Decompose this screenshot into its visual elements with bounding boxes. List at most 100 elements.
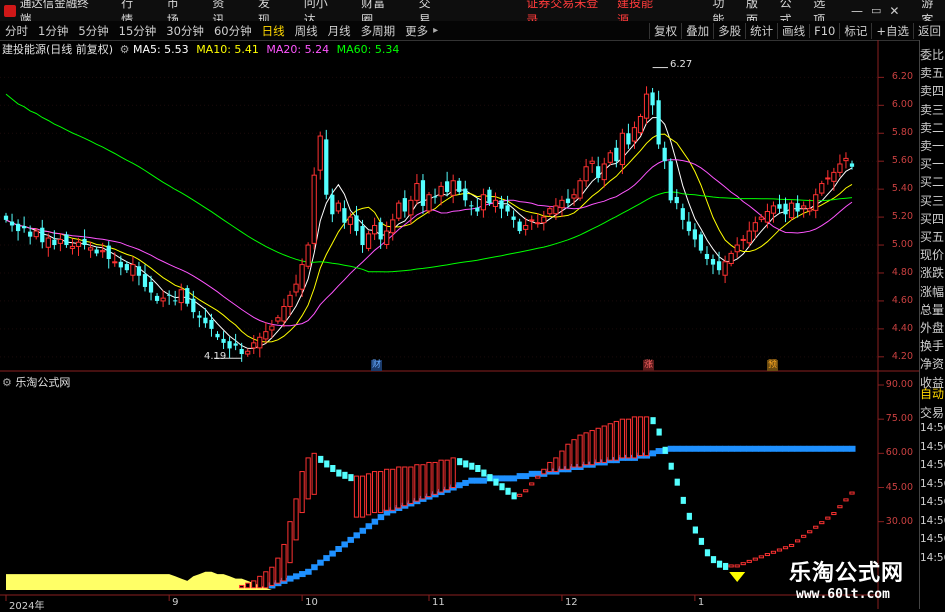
oscillator-rise	[764, 553, 771, 557]
buy-signal-triangle	[729, 572, 746, 582]
candle-body-down	[22, 226, 27, 229]
signal-block	[673, 445, 681, 452]
signal-block	[498, 475, 506, 482]
oscillator-rise	[752, 557, 758, 561]
candle-body-up	[293, 283, 299, 293]
candle-body-up	[764, 211, 771, 223]
sidebar-time-item[interactable]: 14:56	[920, 552, 945, 564]
sidebar-item[interactable]: 买一	[920, 155, 945, 172]
sidebar-time-item[interactable]: 14:56	[920, 478, 945, 490]
oscillator-fall	[722, 562, 729, 570]
sidebar-time-item[interactable]: 自动	[920, 385, 945, 402]
sidebar-item[interactable]: 换手	[920, 337, 945, 354]
oscillator-rise	[365, 473, 372, 516]
indicator-tick-label: 60.00	[885, 447, 913, 459]
oscillator-rise	[801, 534, 807, 538]
candle-body-up	[589, 160, 595, 164]
signal-block	[746, 445, 753, 452]
sidebar-item[interactable]: 净资	[920, 355, 945, 372]
price-chart-svg[interactable]	[0, 0, 945, 609]
high-price-label: 6.27	[670, 59, 693, 70]
signal-block	[788, 445, 796, 452]
signal-block	[353, 532, 361, 539]
sidebar-time-item[interactable]: 14:56	[920, 515, 945, 527]
oscillator-rise	[607, 423, 613, 461]
sidebar-item[interactable]: 总量	[920, 301, 945, 318]
candle-body-up	[788, 202, 795, 219]
candle-body-up	[547, 208, 553, 215]
oscillator-rise	[553, 457, 559, 473]
candle-body-up	[257, 336, 263, 349]
sidebar-time-item[interactable]: 14:56	[920, 459, 945, 471]
oscillator-rise	[251, 580, 257, 589]
signal-block	[842, 445, 850, 452]
sidebar-item[interactable]: 涨幅	[920, 283, 945, 300]
candle-body-up	[414, 183, 420, 201]
sidebar-item[interactable]: 买五	[920, 228, 945, 245]
signal-block	[371, 518, 379, 525]
sidebar-item[interactable]: 卖四	[920, 82, 945, 99]
signal-block	[522, 473, 530, 480]
sidebar-item[interactable]: 卖二	[920, 119, 945, 136]
candle-body-down	[668, 161, 673, 201]
oscillator-group	[6, 416, 856, 590]
candle-body-up	[45, 237, 51, 248]
signal-block	[818, 445, 826, 452]
candle-body-up	[571, 194, 577, 199]
oscillator-fall	[469, 462, 475, 470]
candle-body-up	[752, 222, 758, 232]
sidebar-item[interactable]: 买四	[920, 210, 945, 227]
sidebar-item[interactable]: 卖五	[920, 64, 945, 81]
watermark-url: www.60lt.com	[796, 587, 890, 602]
candle-body-down	[167, 294, 172, 296]
candle-body-down	[698, 234, 704, 251]
candle-body-up	[722, 261, 728, 276]
sidebar-item[interactable]: 买二	[920, 173, 945, 190]
oscillator-rise	[559, 450, 565, 470]
candle-body-down	[233, 343, 238, 346]
candle-body-down	[469, 205, 474, 207]
sidebar-item[interactable]: 涨跌	[920, 264, 945, 281]
candle-body-down	[52, 239, 57, 246]
signal-block	[286, 575, 294, 582]
sidebar-item[interactable]: 卖一	[920, 137, 945, 154]
signal-block	[812, 445, 820, 452]
candle-body-down	[239, 348, 244, 355]
oscillator-fall	[505, 487, 511, 495]
candle-body-up	[251, 342, 257, 349]
candle-body-down	[420, 180, 426, 206]
low-price-label: 4.19	[204, 351, 227, 362]
candle-body-down	[565, 198, 571, 204]
signal-block	[305, 568, 312, 575]
candle-body-down	[716, 261, 722, 271]
candle-body-up	[801, 205, 807, 209]
marker-zhang[interactable]: 涨	[643, 360, 654, 371]
sidebar-item[interactable]: 卖三	[920, 101, 945, 118]
candle-body-up	[287, 294, 293, 308]
marker-yu[interactable]: 预	[767, 360, 778, 371]
candle-body-up	[631, 127, 638, 142]
oscillator-fall	[487, 474, 493, 482]
sidebar-item[interactable]: 外盘	[920, 319, 945, 336]
candle-body-down	[710, 259, 716, 265]
sidebar-time-item[interactable]: 交易	[920, 404, 945, 421]
sidebar-item[interactable]: 委比	[920, 46, 945, 63]
signal-block	[776, 445, 784, 452]
candle-body-up	[637, 115, 644, 134]
candle-body-up	[740, 238, 746, 241]
sidebar-time-item[interactable]: 14:56	[920, 533, 945, 545]
oscillator-rise	[565, 443, 571, 470]
marker-cai[interactable]: 财	[371, 360, 382, 371]
sidebar-time-item[interactable]: 14:56	[920, 441, 945, 453]
oscillator-rise	[269, 566, 275, 586]
price-tick-label: 4.80	[891, 266, 913, 278]
oscillator-fall	[457, 458, 463, 466]
candle-body-up	[770, 205, 777, 214]
sidebar-item[interactable]: 买三	[920, 192, 945, 209]
sidebar-item[interactable]: 现价	[920, 246, 945, 263]
sidebar-time-item[interactable]: 14:56	[920, 422, 945, 434]
candle-body-up	[263, 331, 269, 340]
candle-body-down	[795, 203, 800, 212]
sidebar-time-item[interactable]: 14:56	[920, 496, 945, 508]
oscillator-fall	[324, 460, 330, 468]
